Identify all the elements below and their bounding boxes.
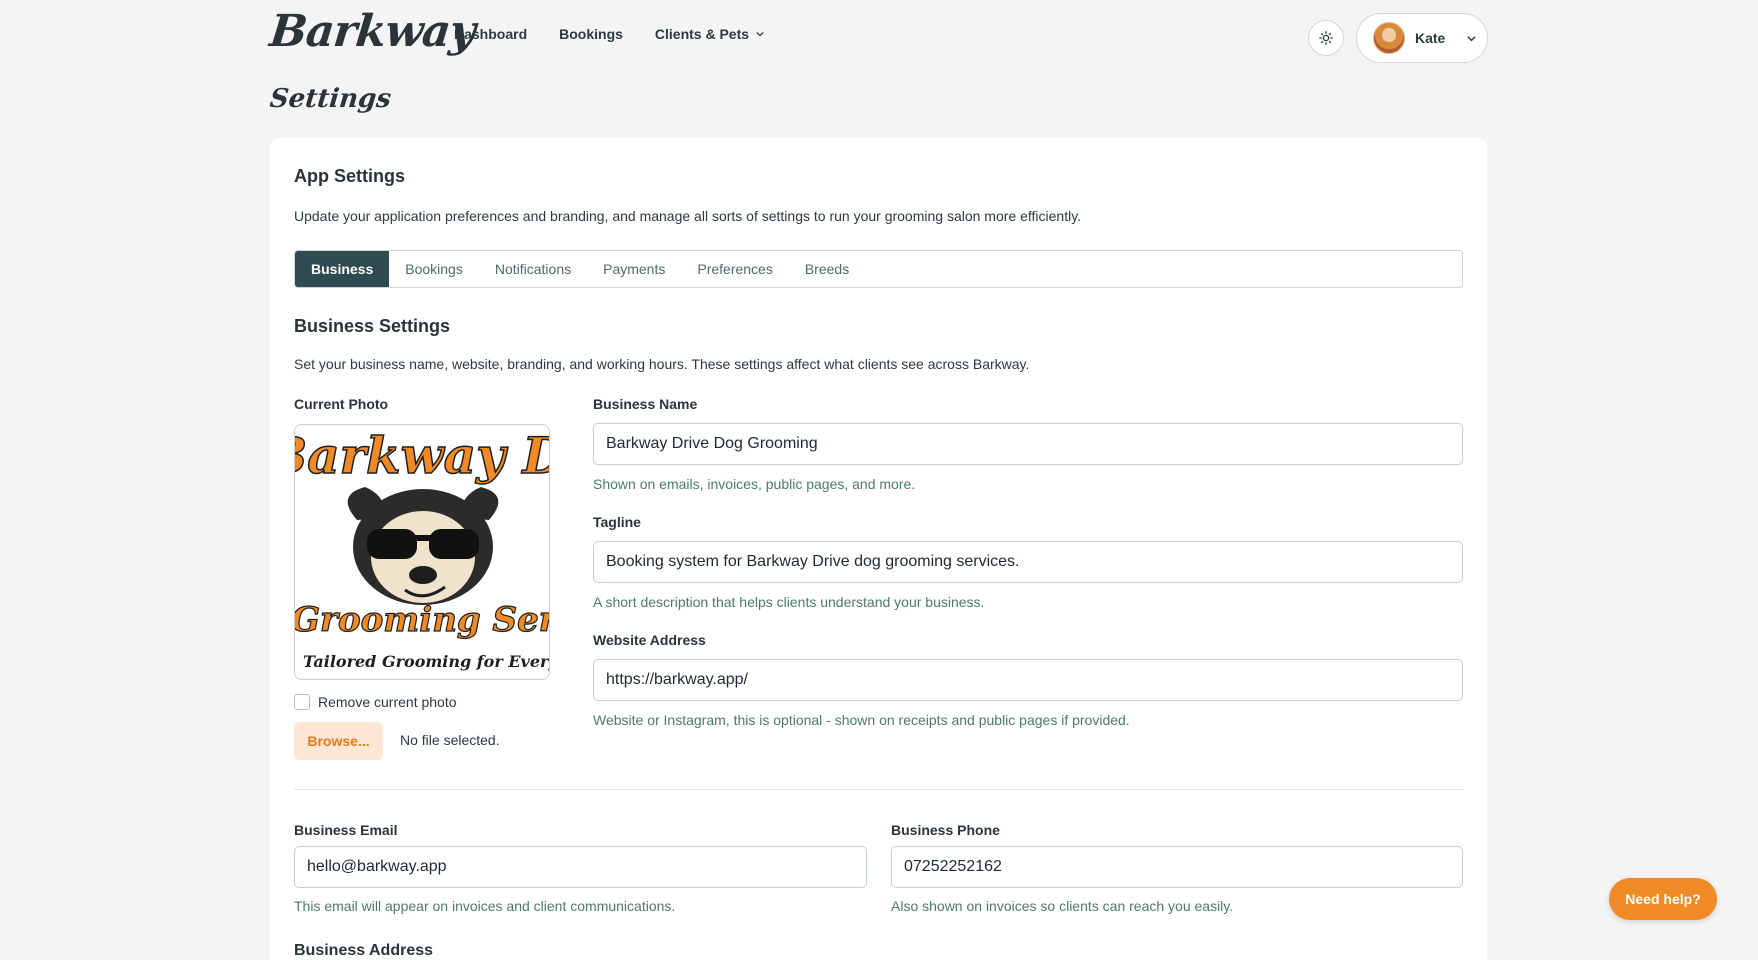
business-logo-graphic: Barkway Drive Grooming Services Tailored… [295,425,550,679]
tab-preferences[interactable]: Preferences [681,251,788,287]
business-email-label: Business Email [294,822,398,838]
business-phone-help: Also shown on invoices so clients can re… [891,898,1234,914]
business-settings-title: Business Settings [294,316,451,336]
theme-toggle-button[interactable] [1308,20,1344,56]
nav-dashboard-label: Dashboard [454,26,528,42]
chevron-down-icon [1467,35,1476,41]
settings-tabs: Business Bookings Notifications Payments… [294,250,1463,288]
website-help: Website or Instagram, this is optional -… [593,712,1130,728]
settings-card: App Settings Update your application pre… [270,138,1487,960]
remove-photo-checkbox[interactable] [294,694,310,710]
page-title: Settings [268,84,393,114]
current-photo-label: Current Photo [294,396,389,412]
tab-payments[interactable]: Payments [587,251,681,287]
user-menu-button[interactable]: Kate [1356,13,1488,63]
business-email-help: This email will appear on invoices and c… [294,898,676,914]
avatar [1373,22,1405,54]
browse-button[interactable]: Browse... [294,722,383,760]
business-name-input[interactable]: Barkway Drive Dog Grooming [593,423,1463,465]
business-logo-image: Barkway Drive Grooming Services Tailored… [294,424,550,680]
logo-text-top: Barkway Drive [295,426,550,485]
nav-bookings-label: Bookings [559,26,623,42]
need-help-button[interactable]: Need help? [1609,878,1717,920]
business-phone-input[interactable]: 07252252162 [891,846,1463,888]
app-settings-title: App Settings [294,166,405,186]
website-label: Website Address [593,632,706,648]
app-logo[interactable]: Barkway [267,6,477,57]
nav-clients-pets[interactable]: Clients & Pets [655,26,764,42]
logo-text-mid: Grooming Services [295,600,550,640]
business-email-input[interactable]: hello@barkway.app [294,846,867,888]
section-divider [294,789,1463,790]
business-settings-description: Set your business name, website, brandin… [294,356,1030,372]
tagline-input[interactable]: Booking system for Barkway Drive dog gro… [593,541,1463,583]
top-header: Barkway Dashboard Bookings Clients & Pet… [0,0,1758,78]
tagline-label: Tagline [593,514,641,530]
remove-photo-row: Remove current photo [294,694,457,710]
business-phone-label: Business Phone [891,822,1000,838]
business-name-help: Shown on emails, invoices, public pages,… [593,476,916,492]
app-settings-description: Update your application preferences and … [294,208,1082,224]
tab-breeds[interactable]: Breeds [789,251,865,287]
business-address-label: Business Address [294,942,434,959]
logo-text-bottom: Tailored Grooming for Every Pup [303,652,550,671]
tab-business[interactable]: Business [295,251,390,287]
website-input[interactable]: https://barkway.app/ [593,659,1463,701]
file-status: No file selected. [400,732,500,748]
tagline-help: A short description that helps clients u… [593,594,985,610]
tab-bookings[interactable]: Bookings [389,251,479,287]
tab-notifications[interactable]: Notifications [479,251,587,287]
user-name: Kate [1415,30,1446,46]
nav-clients-pets-label: Clients & Pets [654,26,750,42]
business-name-label: Business Name [593,396,698,412]
sun-icon [1319,31,1333,45]
chevron-down-icon [756,31,764,37]
nav-bookings[interactable]: Bookings [559,26,623,42]
remove-photo-label: Remove current photo [318,694,457,710]
nav-dashboard[interactable]: Dashboard [454,26,527,42]
main-nav: Dashboard Bookings Clients & Pets [454,26,796,42]
